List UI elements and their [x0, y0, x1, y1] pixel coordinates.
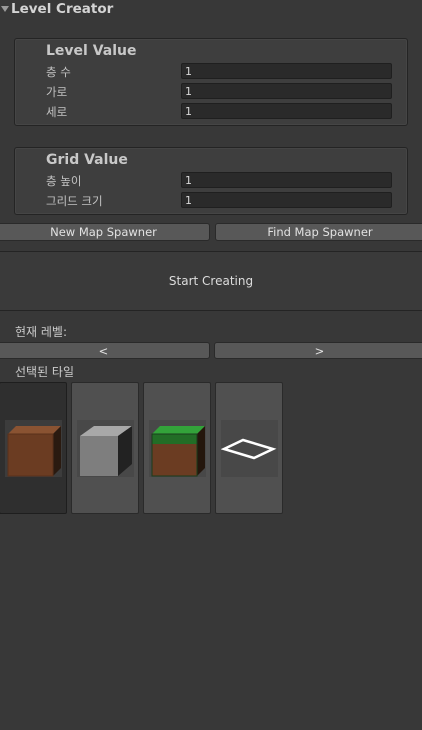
- tile-empty[interactable]: [215, 382, 283, 514]
- floor-height-field[interactable]: 1: [181, 172, 392, 188]
- next-level-button[interactable]: >: [214, 342, 422, 359]
- grid-value-title: Grid Value: [46, 152, 128, 168]
- grid-size-field[interactable]: 1: [181, 192, 392, 208]
- height-field[interactable]: 1: [181, 103, 392, 119]
- current-level-label: 현재 레벨:: [15, 325, 68, 339]
- prev-level-button[interactable]: <: [0, 342, 210, 359]
- new-map-spawner-button[interactable]: New Map Spawner: [0, 223, 210, 241]
- floor-count-field[interactable]: 1: [181, 63, 392, 79]
- width-field[interactable]: 1: [181, 83, 392, 99]
- width-label: 가로: [46, 85, 68, 99]
- empty-tile-icon: [220, 438, 277, 460]
- tile-thumbnail: [77, 420, 134, 477]
- floor-height-label: 층 높이: [46, 174, 82, 188]
- tile-thumbnail: [149, 420, 206, 477]
- tile-stone[interactable]: [71, 382, 139, 514]
- level-value-panel: Level Value 층 수 1 가로 1 세로 1: [14, 38, 408, 126]
- foldout-arrow-icon[interactable]: [1, 6, 9, 12]
- floor-count-label: 층 수: [46, 65, 71, 79]
- tile-thumbnail: [5, 420, 62, 477]
- tile-dirt[interactable]: [0, 382, 67, 514]
- grid-size-label: 그리드 크기: [46, 194, 103, 208]
- start-creating-button[interactable]: Start Creating: [0, 251, 422, 311]
- height-label: 세로: [46, 105, 68, 119]
- level-value-title: Level Value: [46, 43, 137, 59]
- selected-tile-label: 선택된 타일: [15, 365, 75, 379]
- level-creator-foldout[interactable]: Level Creator: [0, 0, 113, 18]
- grid-value-panel: Grid Value 층 높이 1 그리드 크기 1: [14, 147, 408, 215]
- stone-cube-icon: [80, 426, 132, 476]
- tile-thumbnail: [220, 420, 278, 477]
- find-map-spawner-button[interactable]: Find Map Spawner: [215, 223, 422, 241]
- dirt-cube-icon: [7, 426, 61, 477]
- page-title: Level Creator: [11, 1, 114, 17]
- grass-cube-icon: [151, 426, 205, 477]
- tile-grass[interactable]: [143, 382, 211, 514]
